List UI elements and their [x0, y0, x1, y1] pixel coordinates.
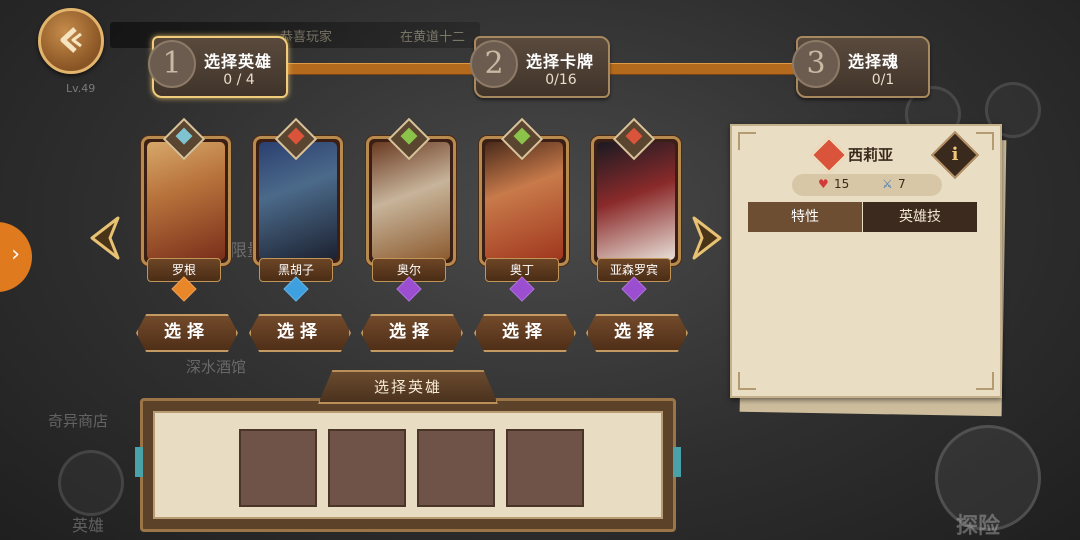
- bg-shop-label: 奇异商店: [48, 412, 109, 430]
- panel-side-ornament: [673, 447, 681, 477]
- hero-portrait: [259, 142, 337, 260]
- step-title: 选择魂: [848, 52, 900, 71]
- heart-icon: ♥: [818, 177, 829, 191]
- hp-value: 15: [834, 177, 850, 191]
- step-number: 3: [792, 40, 840, 88]
- back-button[interactable]: [38, 8, 104, 74]
- hero-slot-1[interactable]: [239, 429, 317, 507]
- bg-hero-label: 英雄: [72, 516, 105, 535]
- class-sword-icon: [810, 136, 848, 174]
- sword-icon: ⚔: [882, 177, 893, 191]
- select-hero-button-3[interactable]: 选择: [361, 314, 463, 352]
- panel-inner: [153, 411, 663, 519]
- step-connector-1: [284, 63, 476, 75]
- select-hero-button-4[interactable]: 选择: [474, 314, 576, 352]
- hero-portrait: [372, 142, 450, 260]
- back-arrow-icon: [60, 27, 82, 53]
- hero-portrait: [147, 142, 225, 260]
- detail-hero-name: 西莉亚: [848, 146, 894, 164]
- step-connector-2: [606, 63, 798, 75]
- step-title: 选择卡牌: [526, 52, 595, 71]
- hero-portrait: [597, 142, 675, 260]
- step-select-cards[interactable]: 2 选择卡牌 0/16: [470, 36, 610, 98]
- selected-heroes-panel: [135, 398, 681, 532]
- player-level: Lv.49: [66, 82, 96, 95]
- step-number: 2: [470, 40, 518, 88]
- step-select-hero[interactable]: 1 选择英雄 0 / 4: [148, 36, 288, 98]
- chevron-right-icon: ›: [11, 242, 20, 267]
- tab-hero-skills[interactable]: 英雄技: [863, 202, 977, 232]
- hero-slot-4[interactable]: [506, 429, 584, 507]
- bg-explore-button: 探险: [935, 425, 1041, 539]
- select-hero-button-2[interactable]: 选择: [249, 314, 351, 352]
- hero-card-owl[interactable]: 奥尔: [366, 117, 456, 302]
- panel-title: 选择英雄: [318, 370, 498, 404]
- step-count: 0/16: [545, 72, 577, 88]
- step-count: 0 / 4: [223, 72, 255, 88]
- corner-ornament: [976, 372, 994, 390]
- hero-detail-card: 西莉亚 i ♥ 15 ⚔ 7 特性 英雄技: [730, 124, 1002, 398]
- hero-slot-3[interactable]: [417, 429, 495, 507]
- select-hero-button-5[interactable]: 选择: [586, 314, 688, 352]
- hero-card-lupin[interactable]: 亚森罗宾: [591, 117, 681, 302]
- panel-side-ornament: [135, 447, 143, 477]
- side-expand-tab[interactable]: ›: [0, 222, 32, 292]
- step-select-soul[interactable]: 3 选择魂 0/1: [792, 36, 930, 98]
- step-title: 选择英雄: [204, 52, 273, 71]
- corner-ornament: [738, 132, 756, 150]
- stat-bar: ♥ 15 ⚔ 7: [792, 174, 942, 196]
- corner-ornament: [738, 372, 756, 390]
- bg-tavern-label: 深水酒馆: [186, 358, 247, 376]
- hero-card-logan[interactable]: 罗根: [141, 117, 231, 302]
- info-button[interactable]: i: [930, 130, 980, 180]
- bg-hero-circle: [58, 450, 124, 516]
- hero-portrait: [485, 142, 563, 260]
- detail-tabs: 特性 英雄技: [748, 202, 986, 234]
- step-number: 1: [148, 40, 196, 88]
- tab-traits[interactable]: 特性: [748, 202, 862, 232]
- info-icon: i: [951, 144, 959, 165]
- hero-slot-2[interactable]: [328, 429, 406, 507]
- prev-arrow-icon[interactable]: [86, 214, 124, 262]
- attack-value: 7: [898, 177, 906, 191]
- select-hero-button-1[interactable]: 选择: [136, 314, 238, 352]
- announcement-text-2: 在黄道十二: [400, 30, 466, 45]
- step-count: 0/1: [871, 72, 895, 88]
- hero-card-blackbeard[interactable]: 黑胡子: [253, 117, 343, 302]
- hero-card-odin[interactable]: 奥丁: [479, 117, 569, 302]
- bg-explore-label: 探险: [956, 514, 1001, 539]
- corner-ornament: [976, 132, 994, 150]
- announcement-text: 恭喜玩家: [280, 30, 333, 45]
- next-arrow-icon[interactable]: [688, 214, 726, 262]
